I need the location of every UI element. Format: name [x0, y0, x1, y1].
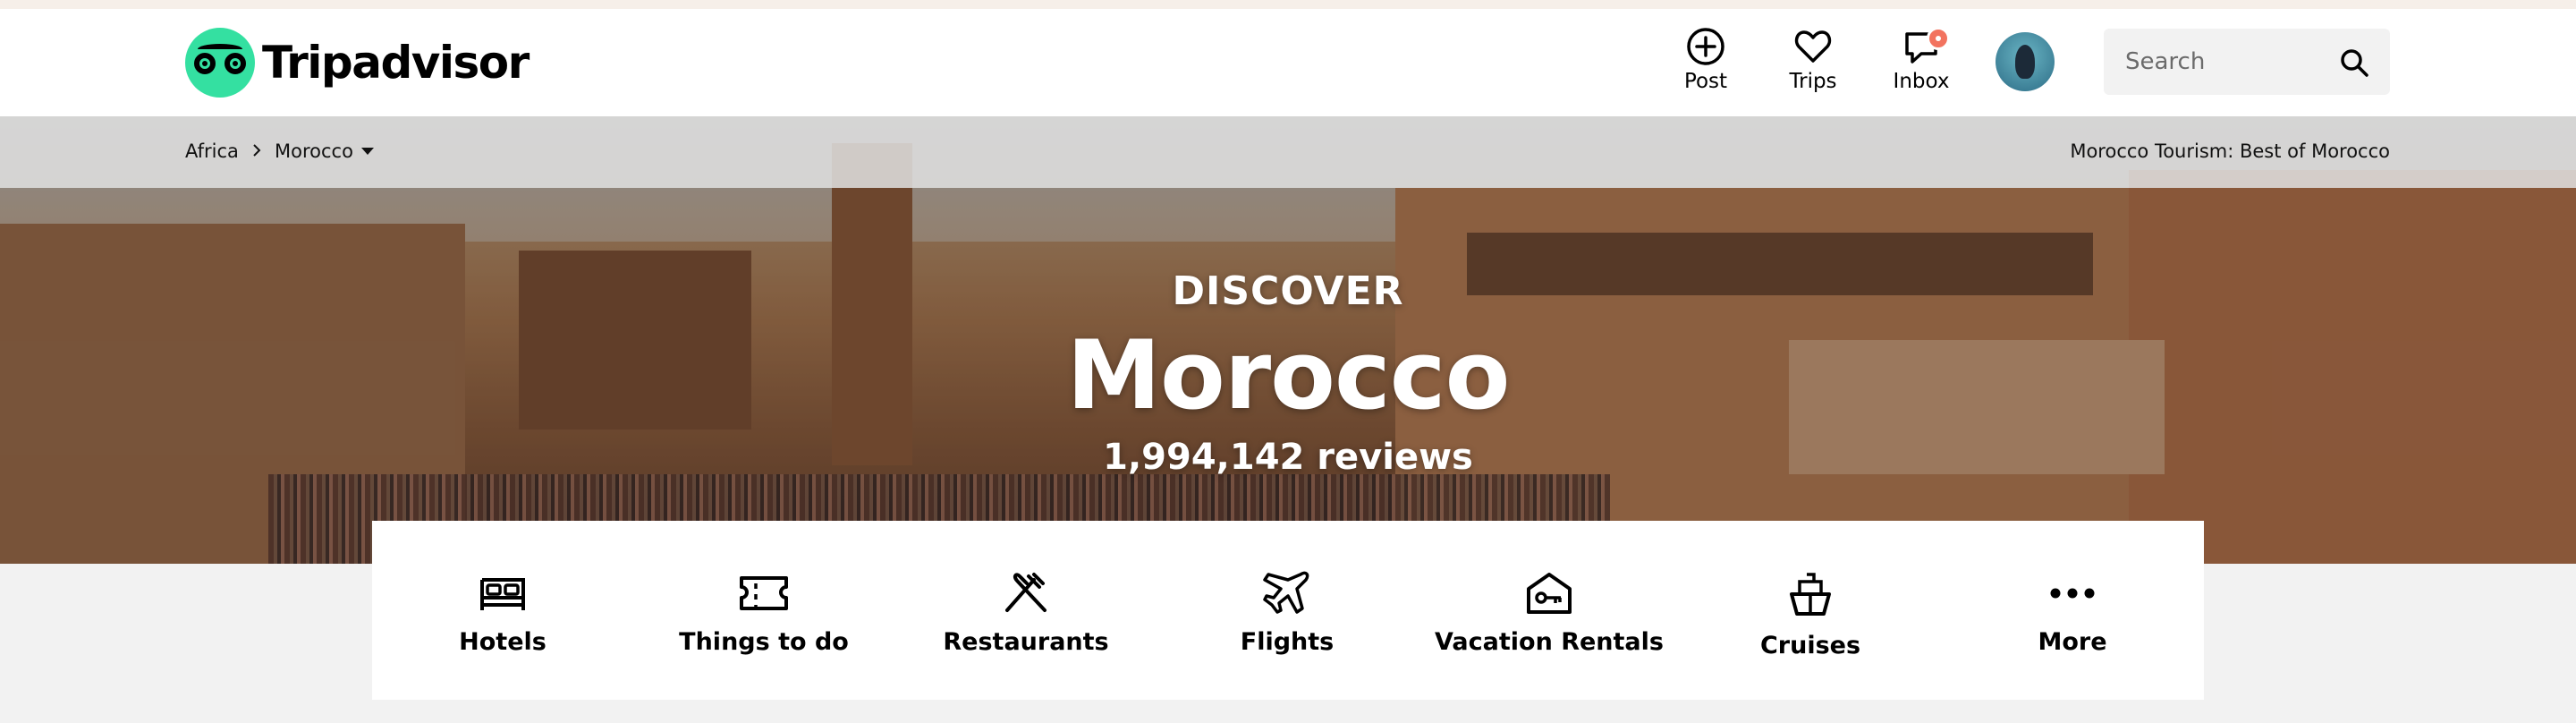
user-avatar[interactable]: [1996, 32, 2055, 91]
house-key-icon: [1527, 573, 1572, 614]
breadcrumb-africa[interactable]: Africa: [185, 140, 239, 162]
fork-knife-icon: [1005, 573, 1046, 612]
category-label: More: [2038, 628, 2107, 656]
heart-icon: [1794, 30, 1832, 63]
category-label: Cruises: [1759, 632, 1861, 659]
inbox-label: Inbox: [1893, 70, 1950, 93]
category-bar: Hotels Things to do Restaurants Flights …: [372, 521, 2204, 700]
more-dots-icon: [2050, 588, 2095, 599]
category-flights[interactable]: Flights: [1157, 571, 1418, 656]
top-strip: [0, 0, 2576, 9]
trips-label: Trips: [1789, 70, 1837, 93]
inbox-button[interactable]: Inbox: [1872, 27, 1970, 93]
ship-icon: [1790, 573, 1831, 616]
site-header: Tripadvisor Post Trips Inbox: [0, 9, 2576, 116]
category-more[interactable]: More: [1942, 571, 2203, 656]
owl-logo-icon: [185, 28, 255, 98]
tripadvisor-logo[interactable]: Tripadvisor: [185, 28, 530, 98]
caret-down-icon: [360, 148, 374, 155]
category-label: Vacation Rentals: [1435, 628, 1664, 656]
category-cruises[interactable]: Cruises: [1680, 571, 1941, 659]
search-input[interactable]: [2125, 29, 2331, 95]
search-icon[interactable]: [2338, 47, 2370, 79]
ticket-icon: [740, 576, 788, 610]
trips-button[interactable]: Trips: [1764, 27, 1862, 93]
plus-circle-icon: [1687, 28, 1724, 65]
breadcrumb-morocco[interactable]: Morocco: [275, 140, 375, 162]
category-label: Things to do: [679, 628, 849, 656]
breadcrumb-morocco-label: Morocco: [275, 140, 353, 162]
hero-banner: Africa Morocco Morocco Tourism: Best of …: [0, 116, 2576, 564]
category-hotels[interactable]: Hotels: [372, 571, 633, 656]
breadcrumb: Africa Morocco Morocco Tourism: Best of …: [0, 116, 2576, 188]
category-vacation-rentals[interactable]: Vacation Rentals: [1419, 571, 1680, 656]
category-label: Flights: [1240, 628, 1335, 656]
page-title: Morocco: [1066, 320, 1511, 430]
post-label: Post: [1683, 70, 1728, 93]
airplane-icon: [1263, 571, 1309, 614]
post-button[interactable]: Post: [1657, 27, 1755, 93]
chevron-right-icon: [253, 144, 261, 157]
bed-icon: [480, 578, 525, 610]
search-box: [2104, 29, 2390, 95]
category-things-to-do[interactable]: Things to do: [633, 571, 894, 656]
category-label: Restaurants: [943, 628, 1109, 656]
hero-kicker: DISCOVER: [1172, 268, 1404, 314]
tourism-link[interactable]: Morocco Tourism: Best of Morocco: [2070, 140, 2390, 162]
category-label: Hotels: [459, 628, 547, 656]
notification-badge: [1927, 27, 1950, 50]
category-restaurants[interactable]: Restaurants: [895, 571, 1157, 656]
review-count[interactable]: 1,994,142 reviews: [0, 437, 2576, 478]
brand-name: Tripadvisor: [262, 37, 530, 89]
